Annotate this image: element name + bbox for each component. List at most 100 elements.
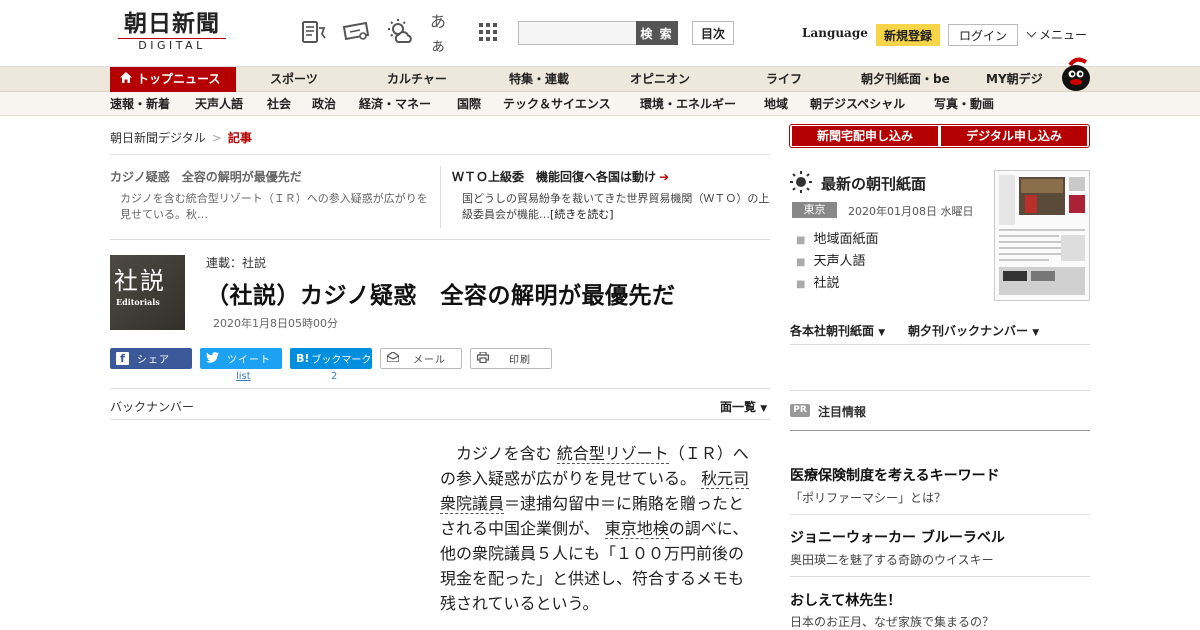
pr-subtitle: 日本のお正月、なぜ家族で集まるの？: [790, 615, 995, 629]
series-label[interactable]: 連載：社説: [206, 254, 266, 271]
nav-sports[interactable]: スポーツ: [270, 67, 318, 92]
related-article[interactable]: カジノ疑惑 全容の解明が最優先だ カジノを含む統合型リゾート（ＩＲ）への参入疑惑…: [110, 168, 430, 223]
pr-section-title: 注目情報: [818, 405, 867, 419]
newspaper-subscribe-button[interactable]: 新聞宅配申し込み: [792, 126, 938, 146]
facebook-share-button[interactable]: f シェア: [110, 348, 192, 369]
twitter-count[interactable]: list: [236, 371, 251, 382]
search-input[interactable]: [518, 21, 638, 45]
latest-paper-title: 最新の朝刊紙面: [821, 175, 927, 193]
article-title: （社説）カジノ疑惑 全容の解明が最優先だ: [206, 283, 676, 309]
nav-paper[interactable]: 朝夕刊紙面・be: [861, 67, 950, 92]
subnav-photo-video[interactable]: 写真・動画: [934, 92, 994, 116]
site-header: 朝日新聞 DIGITAL あぁ 検 索 目次 Language 新規登録 ログイ…: [0, 0, 1200, 66]
caret-down-icon: ▼: [760, 404, 768, 414]
related-summary: 国どうしの貿易紛争を裁いてきた世界貿易機関（ＷＴＯ）の上級委員会が機能…[続きを…: [462, 192, 770, 221]
home-icon: [120, 67, 132, 92]
subnav-special[interactable]: 朝デジスペシャル: [810, 92, 905, 116]
language-link[interactable]: Language: [802, 26, 868, 40]
index-button[interactable]: 目次: [692, 21, 734, 45]
twitter-share-button[interactable]: ツイート: [200, 348, 282, 369]
newspaper-front-page-image[interactable]: [994, 170, 1090, 301]
nav-top-news[interactable]: トップニュース: [110, 67, 236, 92]
pr-badge: PR: [790, 404, 810, 417]
notebook-icon[interactable]: [300, 18, 328, 46]
thumbnail-kanji: 社説: [114, 267, 166, 295]
mail-icon: [386, 351, 400, 365]
hatena-bookmark-button[interactable]: B! ブックマーク: [290, 348, 372, 369]
mail-share-button[interactable]: メール: [380, 348, 462, 369]
chevron-down-icon: [1026, 27, 1037, 38]
paper-link-editorial[interactable]: ■ 社説: [796, 272, 839, 291]
facebook-icon: f: [116, 352, 129, 365]
menu-button[interactable]: メニュー: [1026, 26, 1088, 43]
keyword-link[interactable]: 統合型リゾート: [556, 444, 669, 464]
nav-culture[interactable]: カルチャー: [387, 67, 447, 92]
keyword-link[interactable]: 東京地検: [604, 519, 669, 539]
subnav-politics[interactable]: 政治: [312, 92, 336, 116]
subnav-international[interactable]: 国際: [457, 92, 481, 116]
sub-nav: 速報・新着 天声人語 社会 政治 経済・マネー 国際 テック＆サイエンス 環境・…: [0, 92, 1200, 116]
logo-english: DIGITAL: [118, 38, 226, 53]
printer-icon: [477, 350, 490, 366]
pr-headline: 医療保険制度を考えるキーワード: [790, 468, 1000, 484]
region-badge: 東京: [792, 202, 837, 218]
nav-life[interactable]: ライフ: [766, 67, 802, 92]
site-logo[interactable]: 朝日新聞 DIGITAL: [110, 10, 234, 56]
register-button[interactable]: 新規登録: [876, 24, 940, 46]
divider: [440, 166, 441, 228]
mascot-icon[interactable]: [1056, 56, 1092, 92]
divider: [790, 390, 1090, 391]
digital-subscribe-button[interactable]: デジタル申し込み: [941, 126, 1087, 146]
apps-grid-icon[interactable]: [474, 18, 502, 46]
breadcrumb-separator: >: [211, 131, 222, 145]
main-nav: トップニュース スポーツ カルチャー 特集・連載 オピニオン ライフ 朝夕刊紙面…: [0, 66, 1200, 92]
divider: [790, 514, 1090, 515]
related-summary: カジノを含む統合型リゾート（ＩＲ）への参入疑惑が広がりを見せている。秋…: [120, 192, 428, 221]
nav-opinion[interactable]: オピニオン: [630, 67, 690, 92]
nav-my-asadigi[interactable]: MY朝デジ: [986, 67, 1043, 92]
menu-label: メニュー: [1039, 28, 1088, 42]
pr-headline: おしえて林先生！: [790, 593, 902, 609]
pr-headline: ジョニーウォーカー ブルーラベル: [790, 530, 1005, 546]
editorials-thumbnail: 社説 Editorials: [110, 255, 185, 330]
nav-features[interactable]: 特集・連載: [509, 67, 569, 92]
paper-backnumber-dropdown[interactable]: 朝夕刊バックナンバー ▼: [908, 322, 1039, 339]
related-title: ＷＴＯ上級委 機能回復へ各国は動け ➔: [452, 170, 670, 184]
subnav-tenseijingo[interactable]: 天声人語: [195, 92, 243, 116]
font-size-icon[interactable]: あぁ: [430, 12, 458, 55]
thumbnail-english: Editorials: [116, 297, 160, 307]
read-more-link[interactable]: [続きを読む]: [550, 208, 614, 221]
search-button[interactable]: 検 索: [636, 21, 678, 45]
subnav-breaking[interactable]: 速報・新着: [110, 92, 170, 116]
related-article[interactable]: ＷＴＯ上級委 機能回復へ各国は動け ➔ 国どうしの貿易紛争を裁いてきた世界貿易機関…: [452, 168, 770, 223]
twitter-icon: [206, 351, 219, 366]
paper-link-tenseijingo[interactable]: ■ 天声人語: [796, 250, 865, 269]
breadcrumb-home[interactable]: 朝日新聞デジタル: [110, 131, 206, 145]
hatena-count[interactable]: 2: [331, 371, 337, 382]
article-date: 2020年1月8日05時00分: [213, 317, 338, 330]
ticket-icon[interactable]: [342, 18, 370, 46]
print-button[interactable]: 印刷: [470, 348, 552, 369]
divider: [110, 239, 770, 240]
divider: [790, 344, 1090, 345]
subnav-society[interactable]: 社会: [267, 92, 291, 116]
paper-date: 2020年01月08日 水曜日: [848, 205, 974, 218]
list-all-button[interactable]: 面一覧 ▼: [720, 398, 767, 415]
subnav-tech[interactable]: テック＆サイエンス: [503, 92, 611, 116]
sun-icon: [790, 171, 812, 193]
pr-subtitle: 奥田瑛二を魅了する奇跡のウイスキー: [790, 553, 994, 567]
article-body: カジノを含む 統合型リゾート（ＩＲ）への参入疑惑が広がりを見せている。 秋元司衆…: [440, 444, 750, 613]
regional-paper-dropdown[interactable]: 各本社朝刊紙面 ▼: [790, 322, 885, 339]
breadcrumb: 朝日新聞デジタル > 記事: [110, 129, 252, 146]
backnumber-link[interactable]: バックナンバー: [110, 398, 194, 415]
login-button[interactable]: ログイン: [948, 24, 1018, 46]
subnav-region[interactable]: 地域: [764, 92, 788, 116]
paper-link-regional[interactable]: ■ 地域面紙面: [796, 228, 878, 247]
hatena-icon: B!: [296, 352, 310, 365]
divider: [110, 388, 770, 389]
subnav-environment[interactable]: 環境・エネルギー: [640, 92, 736, 116]
logo-japanese: 朝日新聞: [124, 10, 220, 37]
weather-icon[interactable]: [386, 18, 414, 46]
related-title: カジノ疑惑 全容の解明が最優先だ: [110, 170, 302, 184]
subnav-economy[interactable]: 経済・マネー: [359, 92, 431, 116]
